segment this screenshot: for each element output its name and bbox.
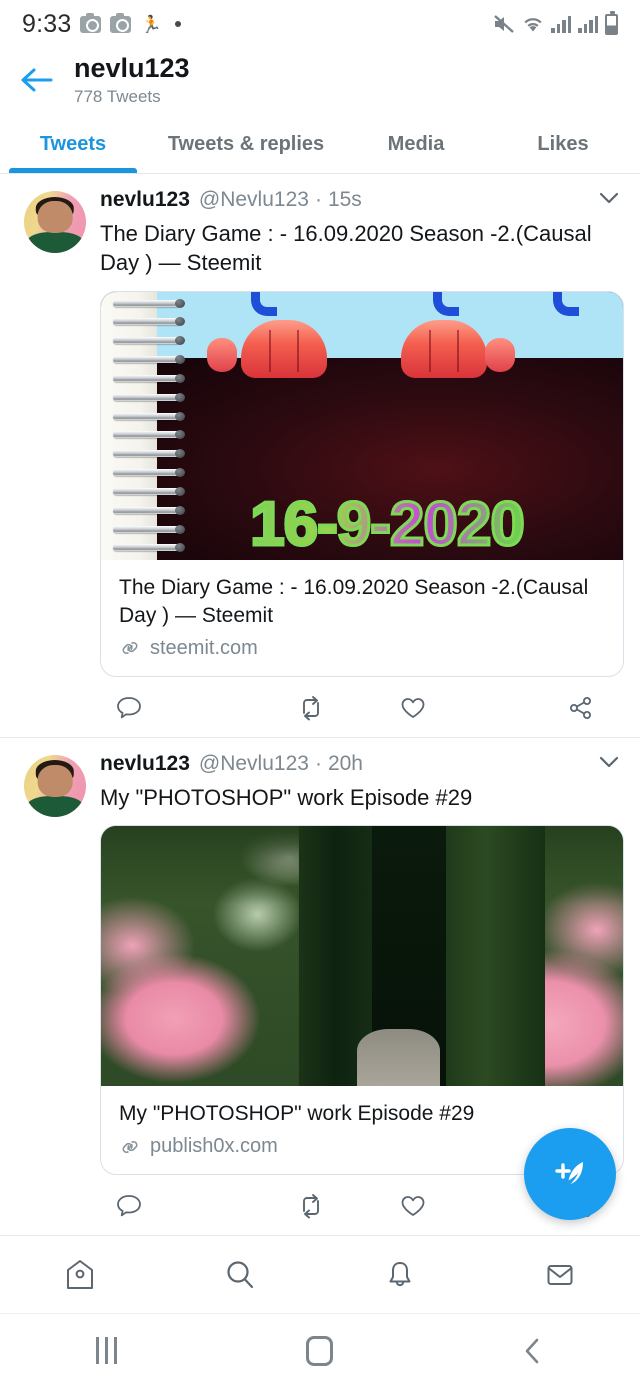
tweet-separator: · (314, 188, 322, 211)
reply-button[interactable] (100, 1191, 260, 1221)
messages-envelope-icon (547, 1264, 573, 1285)
card-body: The Diary Game : - 16.09.2020 Season -2.… (101, 560, 623, 676)
nav-search[interactable] (160, 1255, 320, 1295)
notifications-bell-icon (389, 1261, 411, 1286)
tab-likes[interactable]: Likes (486, 116, 640, 173)
tweet-body: nevlu123 @Nevlu123 · 15s The Diary Game … (86, 188, 624, 737)
tweet-header: nevlu123 @Nevlu123 · 20h (100, 752, 624, 778)
nav-messages[interactable] (480, 1255, 640, 1295)
retweet-icon (303, 695, 319, 721)
like-button[interactable] (362, 1191, 464, 1221)
tweet-actions (100, 677, 624, 737)
nav-notifications[interactable] (320, 1255, 480, 1295)
nav-home[interactable] (0, 1255, 160, 1295)
running-person-icon: 🏃 (140, 14, 162, 34)
tweet-handle[interactable]: @Nevlu123 (199, 188, 309, 212)
tab-tweets[interactable]: Tweets (0, 116, 146, 173)
retweet-icon (303, 1194, 319, 1219)
like-icon (401, 1196, 425, 1217)
card-domain: publish0x.com (150, 1135, 278, 1158)
tweet-timestamp: 20h (327, 751, 363, 775)
android-home-button[interactable] (213, 1335, 426, 1366)
card-image-diary: 16-9-2020 (101, 291, 623, 560)
card-domain-row: steemit.com (119, 637, 605, 660)
retweet-button[interactable] (260, 1191, 362, 1221)
mute-icon (493, 14, 515, 34)
tweet-display-name[interactable]: nevlu123 (100, 188, 190, 212)
link-icon (122, 642, 138, 655)
battery-icon (605, 10, 618, 35)
card-image-garden (101, 826, 623, 1086)
search-icon (227, 1260, 254, 1288)
wifi-icon (522, 15, 544, 34)
back-button[interactable] (0, 65, 74, 95)
chevron-down-icon (599, 192, 619, 204)
camera-icon (80, 12, 102, 33)
card-domain: steemit.com (150, 636, 258, 659)
retweet-button[interactable] (260, 693, 362, 723)
tweet-separator: · (314, 751, 322, 775)
card-title: The Diary Game : - 16.09.2020 Season -2.… (119, 575, 589, 627)
signal-icon (551, 15, 571, 33)
share-icon (570, 696, 591, 719)
tweet-display-name[interactable]: nevlu123 (100, 752, 190, 776)
tweet-count: 778 Tweets (74, 87, 161, 107)
tweet-text: The Diary Game : - 16.09.2020 Season -2.… (100, 221, 592, 276)
status-bar: 9:33 🏃 (0, 0, 640, 48)
avatar[interactable] (24, 191, 86, 253)
recents-icon (96, 1337, 118, 1364)
back-chevron-icon (526, 1338, 539, 1363)
back-arrow-icon (21, 68, 53, 92)
reply-icon (117, 1195, 141, 1217)
tweet-overflow-button[interactable] (586, 752, 624, 778)
android-navigation-bar (0, 1313, 640, 1387)
avatar[interactable] (24, 754, 86, 817)
status-bar-clock: 9:33 (22, 9, 72, 38)
profile-tabs: Tweets Tweets & replies Media Likes (0, 116, 640, 174)
reply-icon (117, 696, 141, 719)
card-image-date-text: 16-9-2020 (159, 492, 615, 557)
tweet-timestamp: 15s (327, 188, 362, 211)
tweet-item[interactable]: nevlu123 @Nevlu123 · 15s The Diary Game … (0, 174, 640, 737)
profile-app-bar: nevlu123 778 Tweets (0, 48, 640, 116)
compose-tweet-icon (555, 1162, 583, 1184)
tab-tweets-and-replies[interactable]: Tweets & replies (146, 116, 346, 173)
tweet-overflow-button[interactable] (586, 188, 624, 214)
status-bar-left: 9:33 🏃 (22, 10, 181, 39)
camera-icon (110, 12, 132, 33)
home-square-icon (306, 1335, 334, 1366)
like-icon (401, 697, 425, 718)
tweet-header: nevlu123 @Nevlu123 · 15s (100, 188, 624, 214)
link-preview-card[interactable]: My "PHOTOSHOP" work Episode #29 publish0… (100, 825, 624, 1176)
twitter-profile-screen: 9:33 🏃 nevlu123 778 Tweets Tweets Tweets… (0, 0, 640, 1387)
tweet-handle[interactable]: @Nevlu123 (199, 752, 309, 776)
share-button[interactable] (464, 693, 614, 723)
reply-button[interactable] (100, 693, 260, 723)
home-icon (67, 1259, 93, 1289)
like-button[interactable] (362, 693, 464, 723)
page-title: nevlu123 (74, 52, 190, 83)
card-title: My "PHOTOSHOP" work Episode #29 (119, 1102, 475, 1125)
android-back-button[interactable] (427, 1335, 640, 1367)
dot-icon (174, 21, 181, 27)
bottom-navigation (0, 1235, 640, 1313)
link-icon (122, 1140, 138, 1153)
status-bar-right (493, 10, 618, 35)
tab-media[interactable]: Media (346, 116, 486, 173)
tweet-text: My "PHOTOSHOP" work Episode #29 (100, 784, 473, 810)
link-preview-card[interactable]: 16-9-2020 The Diary Game : - 16.09.2020 … (100, 290, 624, 677)
android-recents-button[interactable] (0, 1337, 213, 1364)
chevron-down-icon (599, 756, 619, 767)
compose-tweet-button[interactable] (524, 1128, 616, 1220)
signal-icon (578, 15, 598, 33)
profile-title-block: nevlu123 778 Tweets (74, 53, 190, 107)
